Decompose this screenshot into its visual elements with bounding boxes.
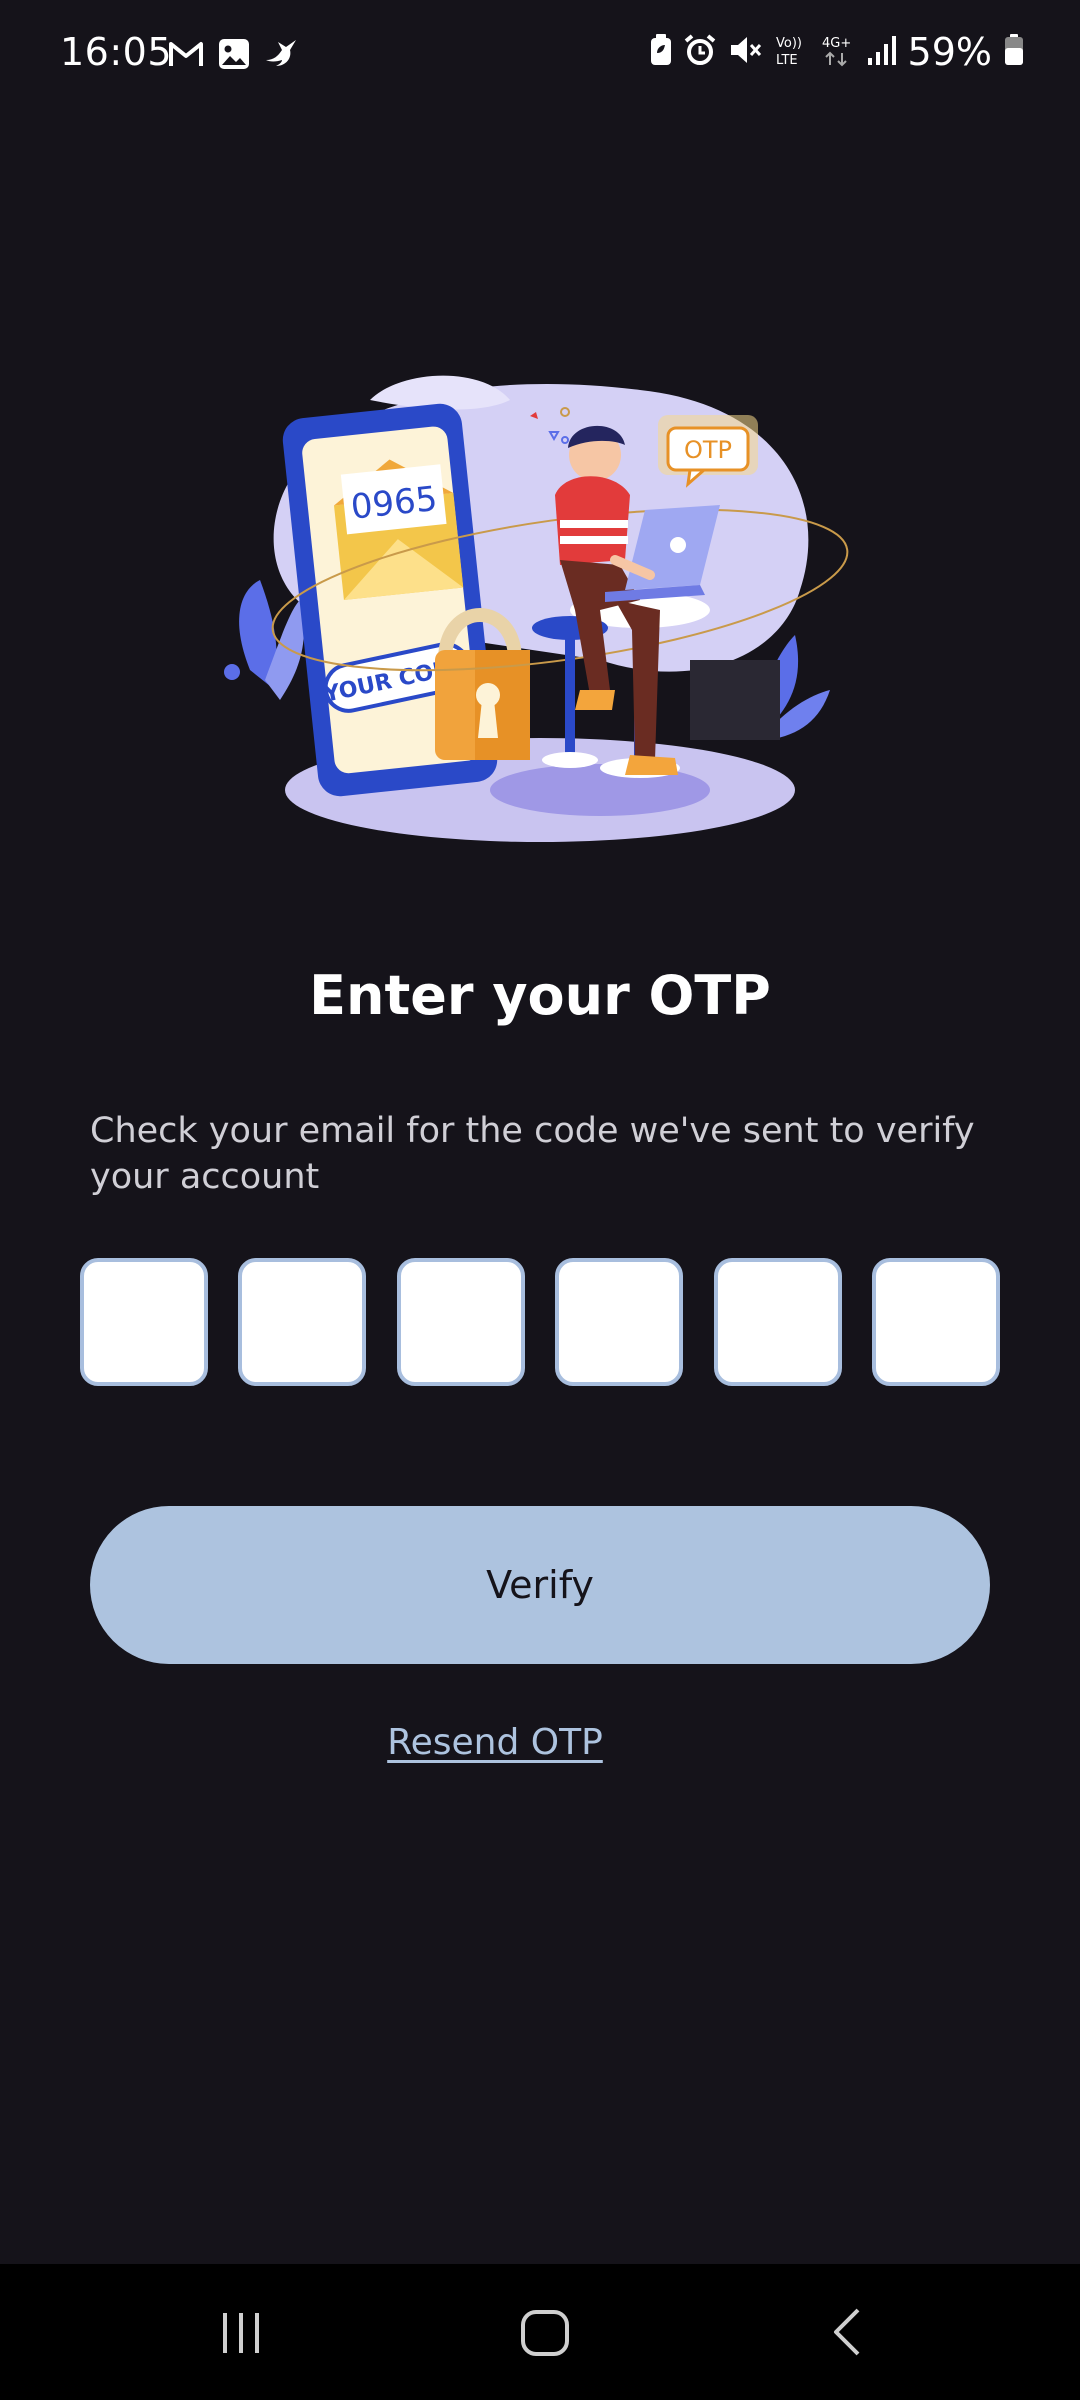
svg-text:LTE: LTE bbox=[776, 53, 798, 67]
otp-instructions: Check your email for the code we've sent… bbox=[90, 1111, 975, 1197]
svg-text:4G+: 4G+ bbox=[822, 36, 851, 51]
back-button[interactable] bbox=[798, 2292, 898, 2372]
verify-button[interactable]: Verify bbox=[90, 1506, 990, 1664]
system-nav-bar bbox=[0, 2264, 1080, 2400]
resend-otp-link[interactable]: Resend OTP bbox=[0, 1722, 990, 1763]
battery-icon bbox=[1004, 34, 1024, 70]
status-bar: 16:05 Vo)) LTE 4G+ 59% bbox=[0, 0, 1080, 116]
otp-illustration-art: 0965 YOUR CODE OTP bbox=[224, 375, 849, 842]
otp-digit-6[interactable] bbox=[871, 1258, 1000, 1386]
otp-digit-1[interactable] bbox=[80, 1258, 208, 1386]
home-icon bbox=[521, 2310, 569, 2356]
otp-input-group bbox=[80, 1258, 1000, 1392]
otp-digit-4[interactable] bbox=[555, 1258, 684, 1386]
volte-icon: Vo)) LTE bbox=[774, 33, 808, 71]
recent-apps-icon bbox=[223, 2313, 259, 2353]
signal-icon bbox=[866, 34, 896, 70]
system-status-icons: Vo)) LTE 4G+ 59% bbox=[650, 30, 1024, 74]
4g-icon: 4G+ bbox=[820, 33, 854, 71]
battery-percent: 59% bbox=[907, 30, 992, 74]
bird-app-icon bbox=[264, 38, 300, 74]
back-icon bbox=[834, 2308, 860, 2356]
notification-icons bbox=[168, 38, 300, 74]
svg-text:Vo)): Vo)) bbox=[776, 36, 802, 51]
alarm-icon bbox=[684, 34, 716, 70]
otp-digit-2[interactable] bbox=[238, 1258, 367, 1386]
status-time: 16:05 bbox=[60, 30, 173, 74]
home-button[interactable] bbox=[495, 2292, 595, 2372]
otp-digit-5[interactable] bbox=[713, 1258, 842, 1386]
battery-saver-icon bbox=[650, 34, 672, 70]
otp-digit-3[interactable] bbox=[396, 1258, 525, 1386]
gallery-icon bbox=[218, 38, 250, 74]
otp-illustration: 0965 YOUR CODE OTP bbox=[220, 360, 860, 860]
illustration-otp-badge: OTP bbox=[684, 436, 732, 464]
recent-apps-button[interactable] bbox=[192, 2292, 292, 2372]
page-title: Enter your OTP bbox=[309, 964, 771, 1027]
mute-icon bbox=[728, 34, 762, 70]
gmail-icon bbox=[168, 40, 204, 72]
